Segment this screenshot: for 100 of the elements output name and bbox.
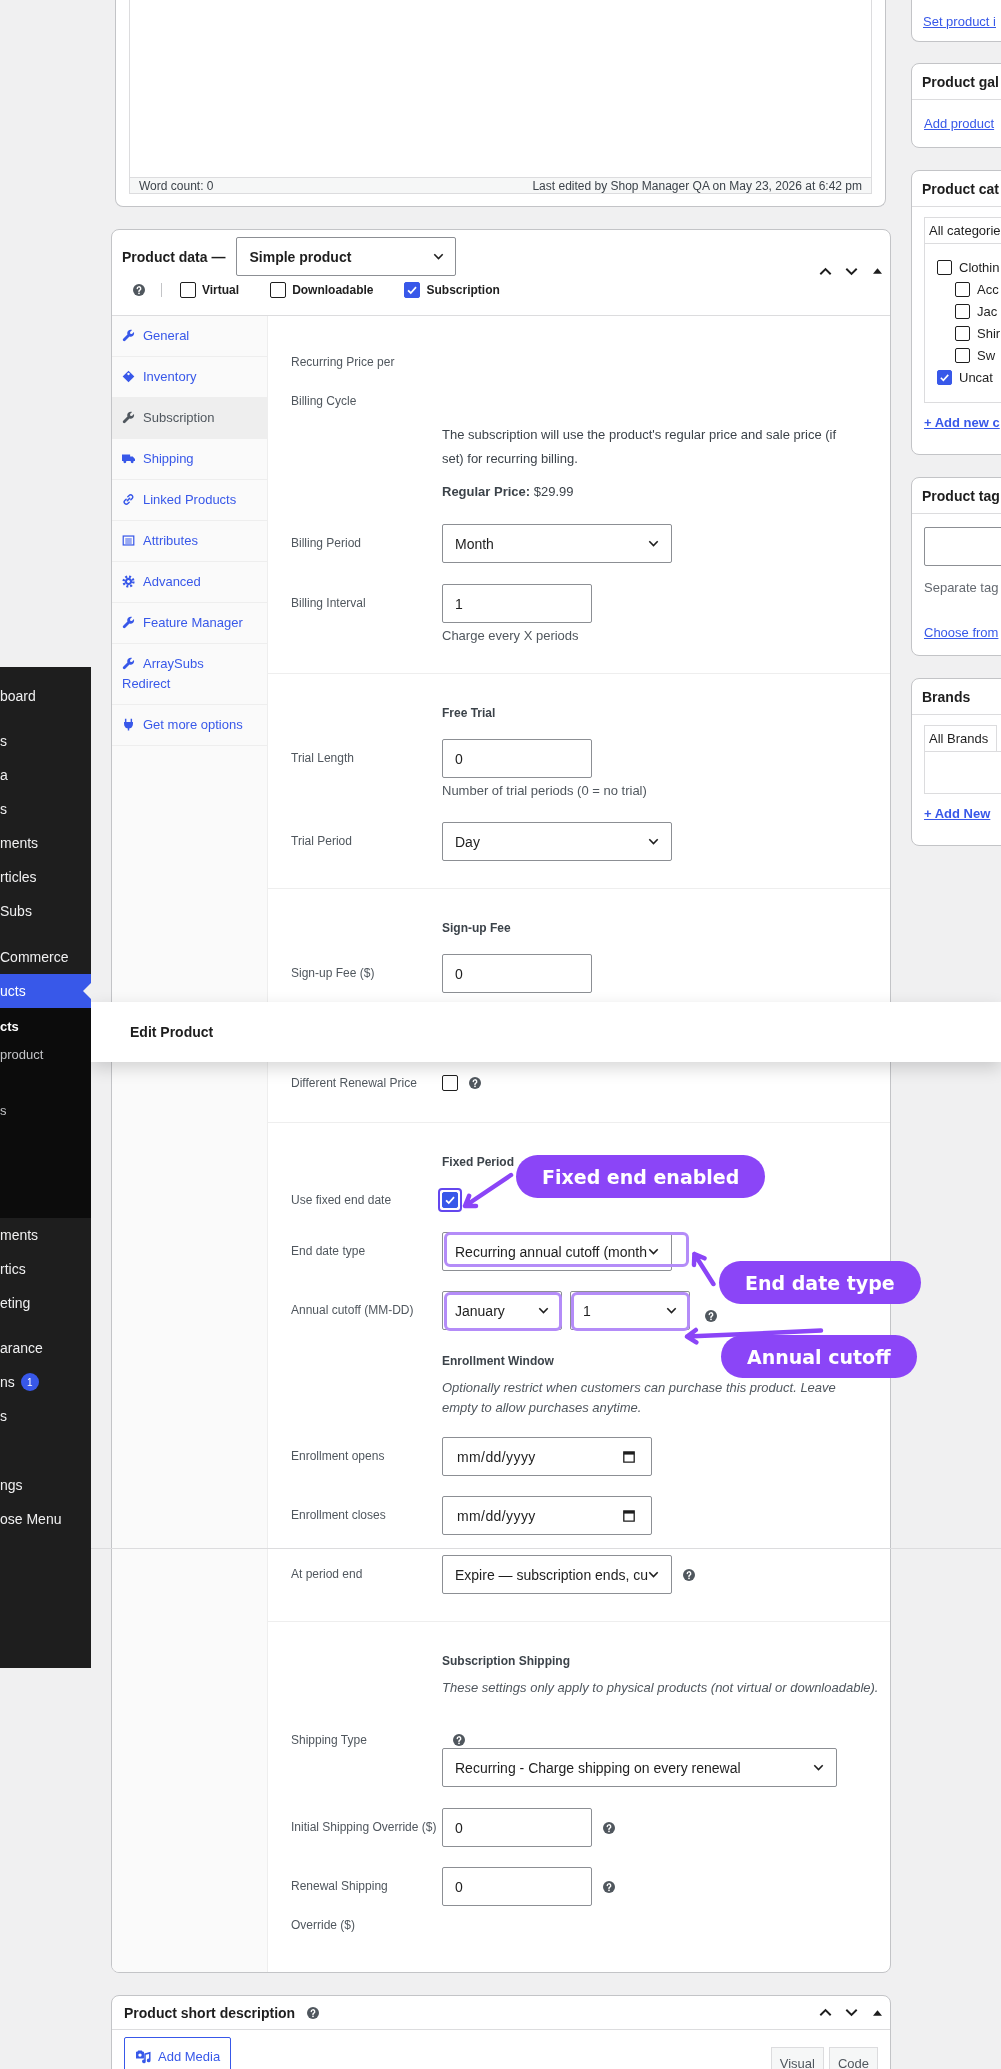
menu-item[interactable]: eting <box>0 1286 91 1320</box>
panel-tab[interactable]: Feature Manager <box>112 603 267 644</box>
link[interactable]: Set product i <box>923 12 996 32</box>
chevron-down-icon <box>844 2008 858 2017</box>
panel-tab[interactable]: Advanced <box>112 562 267 603</box>
link[interactable]: Choose from <box>924 623 999 643</box>
menu-item[interactable]: ucts <box>0 974 91 1008</box>
category-tab[interactable]: All Brands <box>924 725 998 751</box>
checkbox[interactable] <box>442 1192 458 1208</box>
chevron-down-icon <box>844 266 858 276</box>
media-icon <box>135 2048 152 2064</box>
callout-label: Fixed end enabled <box>516 1155 766 1198</box>
checkbox[interactable] <box>937 259 952 275</box>
menu-item[interactable]: ments <box>0 1218 91 1252</box>
menu-item[interactable]: s <box>0 792 91 826</box>
triangle-up-icon <box>872 2009 882 2016</box>
text-input[interactable]: 0 <box>442 1867 592 1906</box>
menu-item[interactable]: ngs <box>0 1468 91 1502</box>
date-input[interactable]: mm/dd/yyyy <box>442 1496 652 1535</box>
chevron-up-icon <box>818 2008 832 2017</box>
field-description: Charge every X periods <box>442 627 579 645</box>
menu-item[interactable]: arance <box>0 1331 91 1365</box>
submenu-item[interactable]: cts <box>0 1013 91 1041</box>
checkbox[interactable] <box>270 282 287 298</box>
field-label: Annual cutoff (MM-DD) <box>291 1302 415 1319</box>
checkbox[interactable] <box>955 281 970 297</box>
panel-tab[interactable]: Linked Products <box>112 480 267 521</box>
gear-icon <box>122 575 135 588</box>
checkbox[interactable] <box>955 347 970 363</box>
panel-title: Product short description <box>124 2004 296 2021</box>
editor-tab[interactable]: Visual <box>770 2047 824 2069</box>
link[interactable]: + Add New <box>924 804 991 824</box>
checkbox[interactable] <box>955 303 970 319</box>
chain-link-icon <box>122 493 135 506</box>
dropdown[interactable]: Month <box>442 524 672 563</box>
chevron-down-icon <box>666 1307 677 1314</box>
chevron-down-icon <box>648 540 659 547</box>
help-icon <box>307 2006 320 2019</box>
text-input[interactable]: 0 <box>442 954 592 993</box>
checkbox-label: Subscription <box>426 283 500 297</box>
wrench-icon <box>122 329 135 342</box>
editor-tab[interactable]: Code <box>828 2047 878 2069</box>
chevron-down-icon <box>433 253 445 260</box>
word-count: Word count: 0 <box>139 178 214 193</box>
chevron-down-icon <box>648 838 659 845</box>
checkbox[interactable] <box>442 1075 458 1091</box>
field-description: Regular Price: $29.99 <box>442 483 575 501</box>
submenu-item[interactable]: product <box>0 1041 91 1069</box>
panel-tab[interactable]: Subscription <box>112 398 267 439</box>
menu-item[interactable]: s <box>0 1399 91 1433</box>
panel-tab[interactable]: General <box>112 316 267 357</box>
menu-item[interactable]: Subs <box>0 894 91 928</box>
section-heading: Fixed Period <box>442 1154 515 1171</box>
menu-item[interactable]: rticles <box>0 860 91 894</box>
link[interactable]: Add product <box>924 114 995 134</box>
callout-arrow <box>462 1172 514 1210</box>
submenu-item[interactable]: s <box>0 1097 91 1125</box>
panel-tab[interactable]: ArraySubs Redirect <box>112 644 267 705</box>
field-label: Shipping Type <box>291 1732 368 1748</box>
calendar-icon <box>623 1450 635 1463</box>
checkbox-label: Virtual <box>202 283 240 297</box>
dropdown[interactable]: Recurring - Charge shipping on every renewal <box>442 1748 837 1787</box>
category-tab[interactable]: All categorie <box>924 217 1001 243</box>
menu-item[interactable]: a <box>0 758 91 792</box>
chevron-down-icon <box>813 1764 824 1771</box>
help-icon <box>133 284 145 296</box>
dropdown[interactable]: Expire — subscription ends, cu <box>442 1555 672 1594</box>
link[interactable]: + Add new c <box>924 413 1000 433</box>
text-input[interactable]: 0 <box>442 1808 592 1847</box>
panel-tab[interactable]: Get more options <box>112 705 267 746</box>
field-label: Different Renewal Price <box>291 1075 418 1092</box>
chevron-down-icon <box>648 1571 659 1578</box>
checkbox[interactable] <box>404 282 421 298</box>
chevron-up-icon <box>818 266 832 276</box>
panel-title: Product cat <box>922 180 999 197</box>
checkbox-label: Downloadable <box>292 283 374 297</box>
text-input[interactable]: 1 <box>442 584 592 623</box>
field-label: Enrollment closes <box>291 1507 387 1524</box>
menu-item[interactable]: board <box>0 679 91 713</box>
menu-item[interactable]: rtics <box>0 1252 91 1286</box>
panel-tab[interactable]: Shipping <box>112 439 267 480</box>
category-label: Jac <box>977 303 998 319</box>
dropdown[interactable]: Day <box>442 822 672 861</box>
panel-tab[interactable]: Attributes <box>112 521 267 562</box>
text-input[interactable]: 0 <box>442 739 592 778</box>
menu-item[interactable]: ose Menu <box>0 1502 91 1536</box>
menu-item[interactable]: ns 1 <box>0 1365 91 1399</box>
last-edited-note: Last edited by Shop Manager QA on May 23, 2026 at 6:42 pm <box>532 178 862 193</box>
add-media-button[interactable]: Add Media <box>124 2037 232 2069</box>
date-input[interactable]: mm/dd/yyyy <box>442 1437 652 1476</box>
highlight-frame <box>438 1188 462 1212</box>
checkbox[interactable] <box>937 369 952 385</box>
product-type-dropdown[interactable]: Simple product <box>236 237 457 276</box>
checkbox[interactable] <box>955 325 970 341</box>
menu-item[interactable]: s <box>0 724 91 758</box>
checkbox[interactable] <box>180 282 196 298</box>
menu-item[interactable]: Commerce <box>0 940 91 974</box>
section-heading: Sign-up Fee <box>442 920 511 937</box>
menu-item[interactable]: ments <box>0 826 91 860</box>
section-heading: Enrollment Window <box>442 1353 554 1370</box>
